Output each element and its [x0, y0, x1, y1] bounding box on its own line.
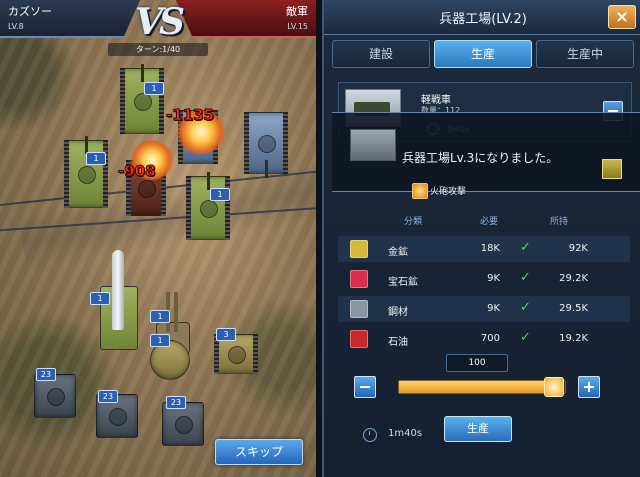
resource-owned: 92K: [568, 243, 588, 254]
check-icon: ✓: [520, 300, 531, 315]
tab-in-production[interactable]: 生産中: [536, 40, 634, 68]
header-owned: 所持: [550, 217, 569, 227]
resource-row: 金鉱 18K ✓ 92K: [338, 236, 630, 262]
header-category: 分類: [404, 217, 423, 227]
ally-tank[interactable]: [120, 64, 164, 134]
close-icon[interactable]: ×: [608, 5, 636, 29]
resource-owned: 29.2K: [559, 273, 588, 284]
check-icon: ✓: [520, 270, 531, 285]
steel-icon: [350, 300, 368, 318]
tab-produce[interactable]: 生産: [434, 40, 532, 68]
enemy-name: 敵軍: [286, 5, 308, 18]
produce-button[interactable]: 生産: [444, 416, 512, 442]
check-icon: ✓: [520, 330, 531, 345]
info-icon: [602, 159, 622, 179]
ally-tank[interactable]: [64, 136, 108, 208]
player-banner: カズソー LV.8: [0, 0, 140, 38]
unit-count-badge: 1: [144, 82, 164, 95]
unit-count-badge: 1: [86, 152, 106, 165]
clock-icon: [363, 428, 377, 442]
skip-button[interactable]: スキップ: [215, 439, 303, 465]
gem-icon: [350, 270, 368, 288]
unit-count-badge: 1: [150, 334, 170, 347]
skill-label: 火砲攻撃: [430, 187, 467, 197]
quantity-slider[interactable]: [398, 377, 566, 397]
panel-title: 兵器工場(LV.2): [439, 12, 527, 27]
resource-name: 鋼材: [388, 307, 408, 318]
damage-number: -1135: [166, 106, 215, 125]
unit-count-badge: 3: [216, 328, 236, 341]
battle-view: カズソー LV.8 敵軍 LV.15 VS ターン:1/40 1 1 1 -11…: [0, 0, 316, 477]
quantity-field[interactable]: 100: [446, 354, 508, 372]
panel-header: 兵器工場(LV.2) ×: [324, 0, 640, 35]
slider-handle[interactable]: [544, 377, 565, 397]
factory-thumbnail: [350, 129, 396, 161]
slider-fill: [399, 381, 554, 393]
unit-count-badge: 23: [36, 368, 56, 381]
increase-button[interactable]: [578, 376, 600, 398]
resource-required: 9K: [487, 303, 500, 314]
resource-owned: 19.2K: [559, 333, 588, 344]
artillery-skill-icon: [412, 183, 428, 199]
resource-required: 18K: [480, 243, 500, 254]
resource-name: 金鉱: [388, 247, 408, 258]
vs-emblem: VS: [135, 1, 185, 43]
enemy-tank[interactable]: [244, 112, 288, 178]
enemy-banner: 敵軍 LV.15: [176, 0, 316, 38]
resource-required: 9K: [487, 273, 500, 284]
enemy-level: LV.15: [287, 22, 308, 31]
resource-row: 宝石鉱 9K ✓ 29.2K: [338, 266, 630, 292]
ally-tank[interactable]: [186, 172, 230, 240]
resource-row: 鋼材 9K ✓ 29.5K: [338, 296, 630, 322]
tab-build[interactable]: 建設: [332, 40, 430, 68]
oil-can-icon: [350, 330, 368, 348]
unit-count-badge: 1: [150, 310, 170, 323]
factory-panel: 兵器工場(LV.2) × 建設 生産 生産中 軽戦車 数量：112 0m1s 兵…: [322, 0, 640, 477]
decrease-button[interactable]: [354, 376, 376, 398]
resource-required: 700: [480, 333, 500, 344]
player-name: カズソー: [8, 5, 52, 18]
unit-count-badge: 1: [210, 188, 230, 201]
resource-owned: 29.5K: [559, 303, 588, 314]
toast-message: 兵器工場Lv.3になりました。: [402, 151, 559, 165]
production-time: 1m40s: [388, 428, 423, 439]
unit-count-badge: 23: [98, 390, 118, 403]
header-required: 必要: [480, 217, 499, 227]
check-icon: ✓: [520, 240, 531, 255]
gold-bar-icon: [350, 240, 368, 258]
damage-number: -908: [118, 162, 157, 181]
unit-count-badge: 23: [166, 396, 186, 409]
level-up-toast: 兵器工場Lv.3になりました。: [332, 112, 640, 192]
resource-row: 石油 700 ✓ 19.2K: [338, 326, 630, 352]
turn-counter: ターン:1/40: [108, 43, 208, 56]
unit-count-badge: 1: [90, 292, 110, 305]
player-level: LV.8: [8, 22, 24, 31]
item-name: 軽戦車: [421, 95, 451, 106]
resource-name: 宝石鉱: [388, 277, 418, 288]
resource-name: 石油: [388, 337, 408, 348]
